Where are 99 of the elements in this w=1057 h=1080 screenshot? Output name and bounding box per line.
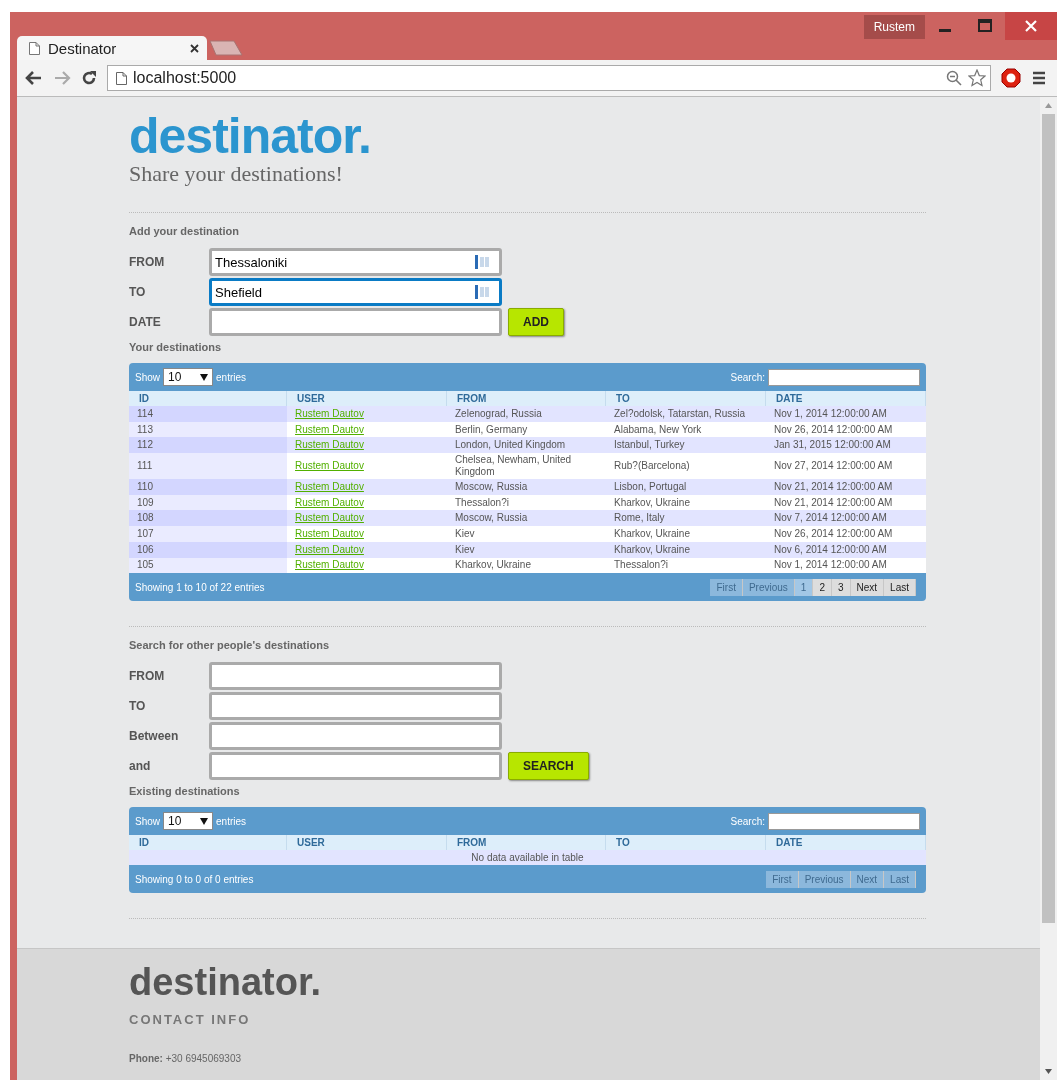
close-icon[interactable] [190, 43, 199, 53]
input-field[interactable]: Thessaloniki [209, 248, 502, 276]
contact-heading: CONTACT INFO [129, 1012, 252, 1028]
add-button[interactable]: ADD [508, 308, 564, 336]
field-label: TO [129, 699, 147, 714]
input-field[interactable] [209, 752, 502, 781]
caret-icon [200, 373, 208, 381]
user-link[interactable]: Rustem Dautov [295, 423, 364, 436]
user-link[interactable]: Rustem Dautov [295, 527, 364, 540]
table-cell: 108 [129, 510, 287, 527]
search-label: Search: [730, 815, 765, 827]
table-cell: Moscow, Russia [447, 479, 606, 495]
table-cell: Nov 21, 2014 12:00:00 AM [766, 479, 926, 495]
profile-badge[interactable]: Rustem [863, 15, 925, 39]
caret-icon [200, 817, 208, 825]
maximize-icon [978, 19, 992, 33]
table-cell: Lisbon, Portugal [606, 479, 766, 495]
table-cell: Nov 1, 2014 12:00:00 AM [766, 406, 926, 422]
column-header[interactable]: ID [129, 391, 287, 406]
page-button[interactable]: 2 [813, 578, 832, 596]
page-size-select[interactable]: 10 [163, 812, 213, 831]
page-icon [29, 41, 40, 55]
browser-tab[interactable]: Destinator [17, 36, 207, 60]
section-heading: Add your destination [129, 225, 240, 237]
entries-label: entries [216, 371, 247, 383]
search-field[interactable] [768, 368, 920, 386]
field-label: DATE [129, 315, 162, 329]
column-header[interactable]: USER [287, 391, 447, 406]
column-header[interactable]: USER [287, 835, 447, 851]
page-button[interactable]: Next [850, 578, 885, 596]
search-label: Search: [730, 371, 765, 383]
user-link[interactable]: Rustem Dautov [295, 559, 364, 572]
bars-icon [475, 285, 491, 299]
scroll-down-icon[interactable] [1045, 1069, 1052, 1074]
input-field[interactable] [209, 662, 502, 691]
entries-label: entries [216, 815, 247, 827]
column-header[interactable]: TO [606, 835, 766, 851]
page-size-select[interactable]: 10 [163, 368, 213, 386]
table-cell: Rome, Italy [606, 510, 766, 527]
phone-text: Phone: +30 6945069303 [129, 1053, 243, 1065]
close-button[interactable] [1005, 12, 1057, 40]
section-heading: Your destinations [129, 341, 223, 353]
table-cell: Istanbul, Turkey [606, 437, 766, 454]
input-field[interactable]: Shefield [209, 278, 502, 306]
address-bar[interactable]: localhost:5000 [107, 65, 991, 91]
footer-logo: destinator. [129, 961, 323, 1005]
show-label: Show [135, 371, 160, 383]
bars-icon [475, 255, 491, 269]
table-cell: Jan 31, 2015 12:00:00 AM [766, 437, 926, 454]
input-field[interactable] [209, 308, 502, 336]
table-cell: Moscow, Russia [447, 510, 606, 527]
page-icon [116, 71, 127, 85]
input-field[interactable] [209, 722, 502, 751]
table-cell: Zelenograd, Russia [447, 406, 606, 422]
menu-icon[interactable] [1031, 71, 1047, 85]
column-header[interactable]: FROM [447, 391, 606, 406]
star-icon[interactable] [968, 69, 986, 87]
table-info: Showing 1 to 10 of 22 entries [135, 581, 265, 593]
back-icon[interactable] [25, 70, 43, 86]
field-label: Between [129, 729, 180, 744]
table-info: Showing 0 to 0 of 0 entries [135, 873, 254, 885]
table-cell: 114 [129, 406, 287, 422]
page-button[interactable]: 1 [794, 578, 814, 596]
section-heading: Search for other people's destinations [129, 639, 331, 652]
scrollbar[interactable] [1040, 97, 1057, 1080]
table-cell: 110 [129, 479, 287, 495]
stop-sign-icon[interactable] [1001, 68, 1021, 88]
show-label: Show [135, 815, 160, 827]
input-field[interactable] [209, 692, 502, 721]
empty-message: No data available in table [129, 850, 926, 866]
column-header[interactable]: TO [606, 391, 766, 406]
field-label: FROM [129, 669, 166, 684]
search-button[interactable]: SEARCH [508, 752, 589, 781]
table-cell: Nov 7, 2014 12:00:00 AM [766, 510, 926, 527]
user-link[interactable]: Rustem Dautov [295, 496, 364, 509]
table-cell: 112 [129, 437, 287, 454]
page-button[interactable]: 3 [831, 578, 851, 596]
user-link[interactable]: Rustem Dautov [295, 460, 364, 473]
field-label: FROM [129, 255, 166, 269]
search-field[interactable] [768, 812, 920, 830]
section-heading: Existing destinations [129, 785, 241, 798]
table-cell: 111 [129, 453, 287, 480]
field-label: TO [129, 285, 147, 299]
table-cell: Zel?odolsk, Tatarstan, Russia [606, 406, 766, 422]
zoom-out-icon[interactable] [946, 70, 962, 86]
table-cell: London, United Kingdom [447, 437, 606, 454]
page-button[interactable]: Last [884, 578, 916, 596]
tagline: Share your destinations! [129, 161, 344, 187]
scroll-up-icon[interactable] [1045, 103, 1052, 108]
minimize-icon [939, 28, 951, 32]
field-label: and [129, 759, 152, 774]
column-header[interactable]: ID [129, 835, 287, 851]
column-header[interactable]: FROM [447, 835, 606, 851]
table-cell: 107 [129, 526, 287, 542]
reload-icon[interactable] [81, 70, 97, 86]
column-header[interactable]: DATE [766, 391, 926, 406]
close-icon [1025, 20, 1037, 32]
column-header[interactable]: DATE [766, 835, 926, 851]
site-logo: destinator. [129, 111, 372, 161]
